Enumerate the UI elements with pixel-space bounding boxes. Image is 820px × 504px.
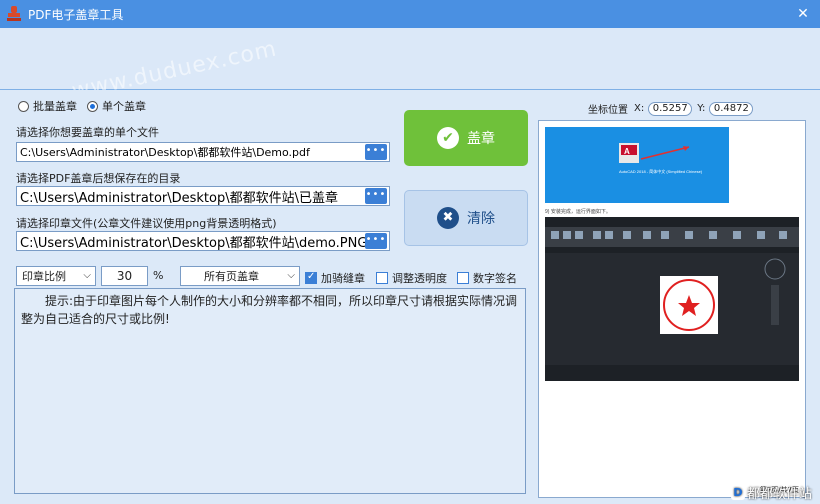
main-panel: 批量盖章 单个盖章 请选择你想要盖章的单个文件 ••• 请选择PDF盖章后想保存… [0,90,820,504]
chevron-down-icon: ⌵ [83,270,91,281]
pdf-file-input[interactable] [17,143,365,161]
browse-file-button[interactable]: ••• [365,144,387,160]
transparency-label: 调整透明度 [392,272,447,285]
cross-page-check-box[interactable] [305,271,317,284]
seal-file-input[interactable] [17,232,365,250]
browse-seal-button[interactable]: ••• [365,233,387,249]
dir-field-label: 请选择PDF盖章后想保存在的目录 [16,172,181,185]
cross-page-checkbox[interactable]: 加骑缝章 [305,270,365,286]
seal-field-label: 请选择印章文件(公章文件建议使用png背景透明格式) [16,217,277,230]
coord-x-label: X: [634,103,645,114]
scale-mode-select[interactable]: 印章比例 ⌵ [16,266,96,286]
coord-x-value: 0.5257 [648,101,693,116]
preview-caption: 9) 安装完成，运行界面如下。 [545,208,611,215]
header-panel: www.duduex.com [0,28,820,104]
browse-dir-button[interactable]: ••• [365,188,387,204]
pages-select[interactable]: 所有页盖章 ⌵ [180,266,300,286]
file-field-label: 请选择你想要盖章的单个文件 [16,126,159,139]
check-icon: ✔ [437,127,459,149]
coord-label: 坐标位置 [588,105,628,116]
digital-sign-label: 数字签名 [473,272,517,285]
coord-y-value: 0.4872 [709,101,754,116]
svg-text:A: A [624,147,630,156]
output-dir-input[interactable] [17,187,365,205]
clear-button[interactable]: ✖ 清除 [404,190,528,246]
batch-mode-label[interactable]: 批量盖章 [33,98,77,114]
title-bar: PDF电子盖章工具 ✕ [0,0,820,28]
pdf-file-field: ••• [16,142,390,162]
cancel-x-icon: ✖ [437,207,459,229]
transparency-checkbox[interactable]: 调整透明度 [376,270,447,286]
logo-text: 都都软件站 [746,487,812,502]
single-mode-label[interactable]: 单个盖章 [102,98,146,114]
transparency-check-box[interactable] [376,272,388,284]
digital-sign-checkbox[interactable]: 数字签名 [457,270,517,286]
scale-value-input[interactable]: 30 [101,266,148,286]
mode-selector: 批量盖章 单个盖章 [18,98,146,114]
hint-textarea[interactable]: 提示:由于印章图片每个人制作的大小和分辨率都不相同，所以印章尺寸请根据实际情况调… [14,288,526,494]
logo-mark-icon: D [730,485,745,500]
hint-text: 提示:由于印章图片每个人制作的大小和分辨率都不相同，所以印章尺寸请根据实际情况调… [21,294,518,326]
pdf-preview[interactable]: A AutoCAD 2018 - 简体中文 (Simplified Chines… [538,120,806,498]
close-icon[interactable]: ✕ [794,5,812,23]
stamp-button-label: 盖章 [467,131,495,147]
single-mode-radio[interactable] [87,100,98,112]
coord-y-label: Y: [697,103,706,114]
scale-mode-value: 印章比例 [22,270,66,283]
stamp-app-icon [7,6,21,21]
seal-file-field: ••• [16,231,390,251]
preview-page-image[interactable]: A AutoCAD 2018 - 简体中文 (Simplified Chines… [539,121,805,485]
cross-page-label: 加骑缝章 [321,272,365,285]
shortcut-label: AutoCAD 2018 - 简体中文 (Simplified Chinese) [619,168,703,174]
coordinate-readout: 坐标位置 X: 0.5257 Y: 0.4872 [588,101,758,116]
stamp-button[interactable]: ✔ 盖章 [404,110,528,166]
site-logo: D 都都软件站 [730,483,812,502]
pages-select-value: 所有页盖章 [204,270,259,283]
window-title: PDF电子盖章工具 [28,8,124,22]
digital-sign-check-box[interactable] [457,272,469,284]
clear-button-label: 清除 [467,211,495,227]
chevron-down-icon: ⌵ [287,270,295,281]
output-dir-field: ••• [16,186,390,206]
percent-label: % [153,269,164,282]
batch-mode-radio[interactable] [18,100,29,112]
